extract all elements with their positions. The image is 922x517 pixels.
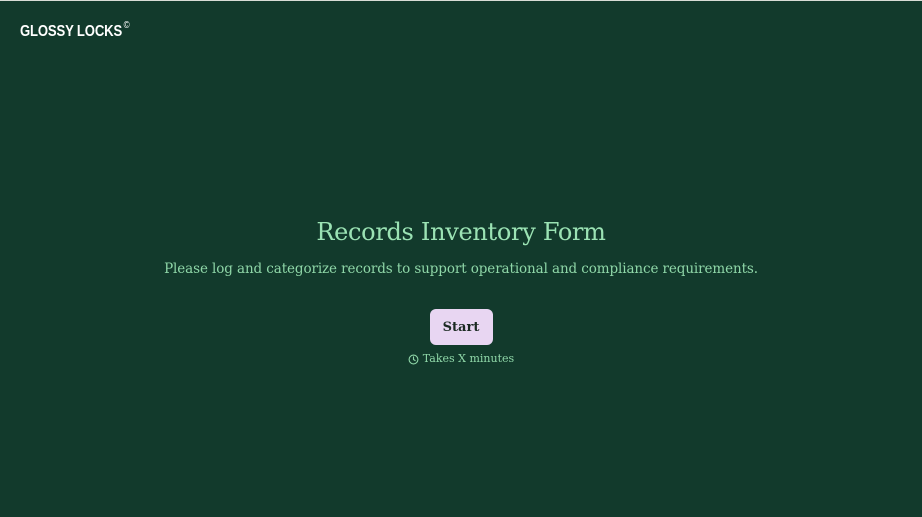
duration-note: Takes X minutes [408,352,514,366]
form-title: Records Inventory Form [316,218,606,246]
duration-text: Takes X minutes [422,352,515,365]
clock-icon [408,354,419,365]
start-button[interactable]: Start [429,309,493,345]
brand-registered-mark: © [123,20,130,31]
brand-logo: GLOSSY LOCKS © [20,20,130,42]
brand-name: GLOSSY LOCKS [20,23,123,40]
form-description: Please log and categorize records to sup… [164,261,758,277]
top-border [0,0,922,1]
form-intro: Records Inventory Form Please log and ca… [0,215,922,366]
